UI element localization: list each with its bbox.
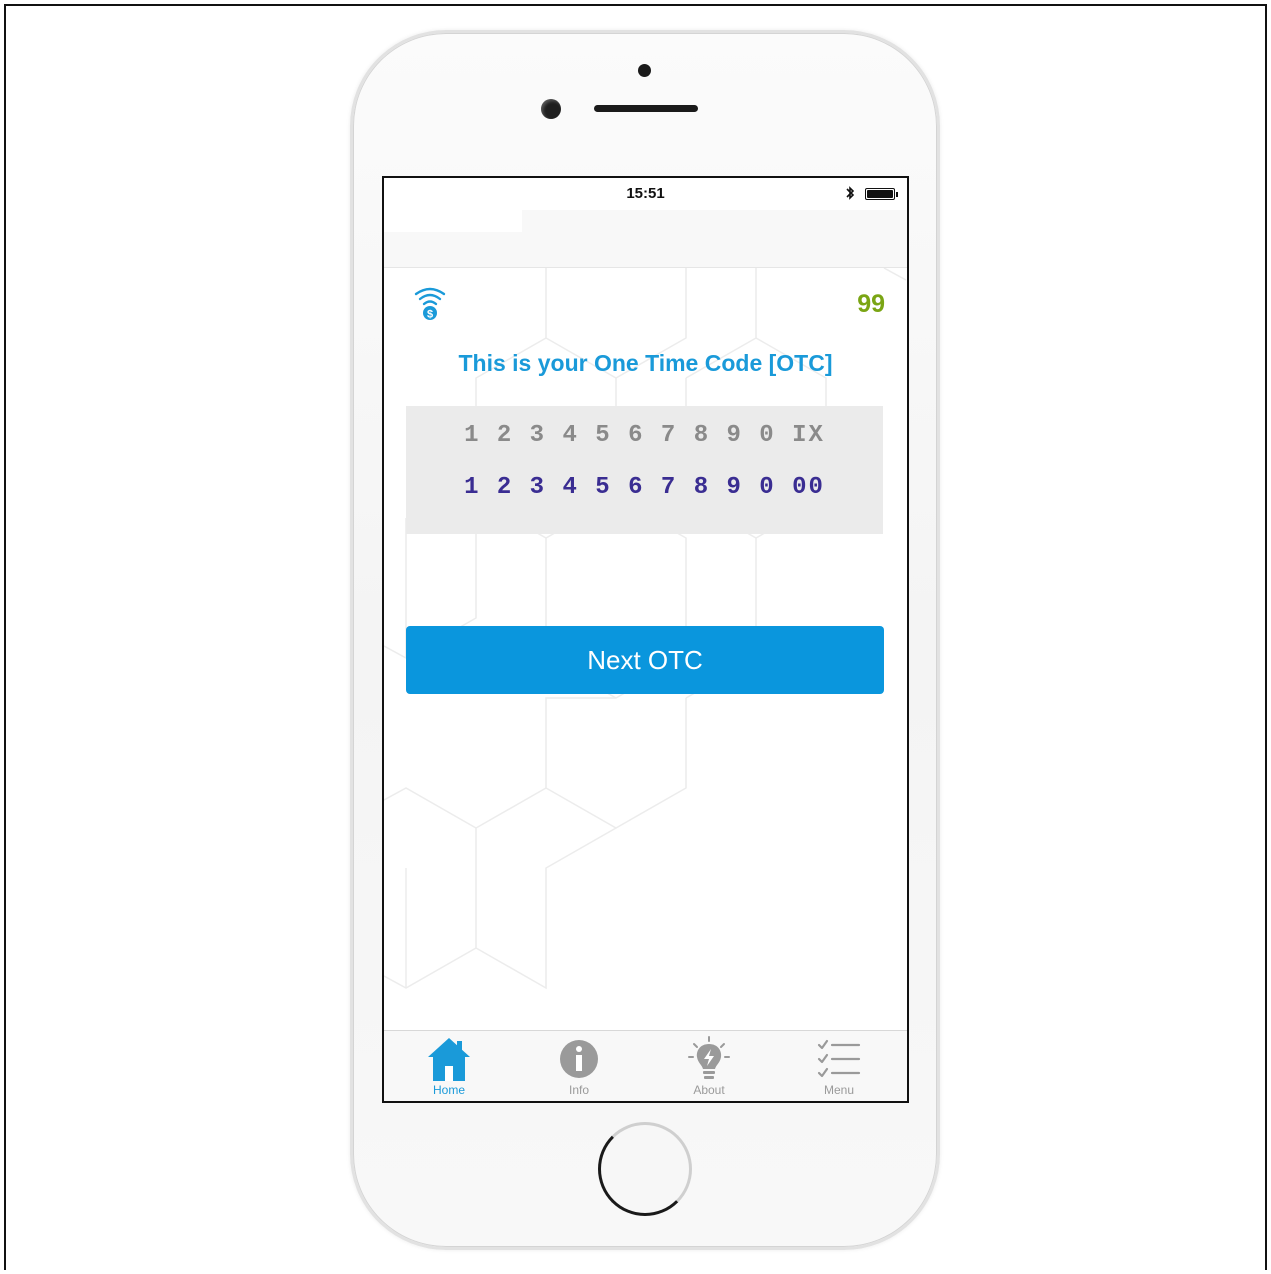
tab-info-label: Info bbox=[568, 1083, 589, 1097]
page-title: This is your One Time Code [OTC] bbox=[458, 350, 833, 376]
tab-home[interactable]: Home bbox=[384, 1031, 514, 1101]
info-icon bbox=[560, 1040, 598, 1078]
earpiece-speaker bbox=[594, 105, 698, 112]
status-time: 15:51 bbox=[626, 185, 665, 202]
battery-icon bbox=[865, 188, 895, 200]
otc-index-row: 1 2 3 4 5 6 7 8 9 0 IX bbox=[464, 422, 825, 449]
next-otc-button[interactable]: Next OTC bbox=[406, 626, 884, 694]
proximity-sensor bbox=[638, 64, 651, 77]
tab-info[interactable]: Info bbox=[514, 1031, 644, 1101]
lightbulb-icon bbox=[688, 1036, 730, 1079]
tab-about-label: About bbox=[693, 1083, 725, 1097]
tab-menu-label: Menu bbox=[823, 1083, 855, 1097]
bluetooth-icon bbox=[846, 186, 855, 200]
tab-menu[interactable]: Menu bbox=[774, 1031, 904, 1101]
wireless-money-logo-icon: $ bbox=[414, 287, 446, 321]
home-icon bbox=[428, 1038, 470, 1081]
phone-screen: 15:51 $ 99 This is your One Time Code [O… bbox=[382, 176, 909, 1103]
otc-counter: 99 bbox=[857, 290, 885, 318]
otc-code-panel: 1 2 3 4 5 6 7 8 9 0 IX 1 2 3 4 5 6 7 8 9… bbox=[406, 406, 883, 534]
hardware-home-button[interactable] bbox=[598, 1122, 692, 1216]
tab-home-label: Home bbox=[432, 1083, 465, 1097]
navigation-bar bbox=[384, 210, 907, 268]
svg-text:$: $ bbox=[427, 309, 433, 321]
status-bar: 15:51 bbox=[384, 178, 907, 210]
main-content: $ 99 This is your One Time Code [OTC] 1 … bbox=[384, 268, 907, 1032]
otc-code-row: 1 2 3 4 5 6 7 8 9 0 00 bbox=[464, 474, 825, 501]
tab-about[interactable]: About bbox=[644, 1031, 774, 1101]
checklist-icon bbox=[817, 1039, 861, 1078]
tab-bar: Home Info About Menu bbox=[384, 1030, 907, 1101]
front-camera bbox=[541, 99, 561, 119]
battery-tip bbox=[896, 192, 898, 197]
